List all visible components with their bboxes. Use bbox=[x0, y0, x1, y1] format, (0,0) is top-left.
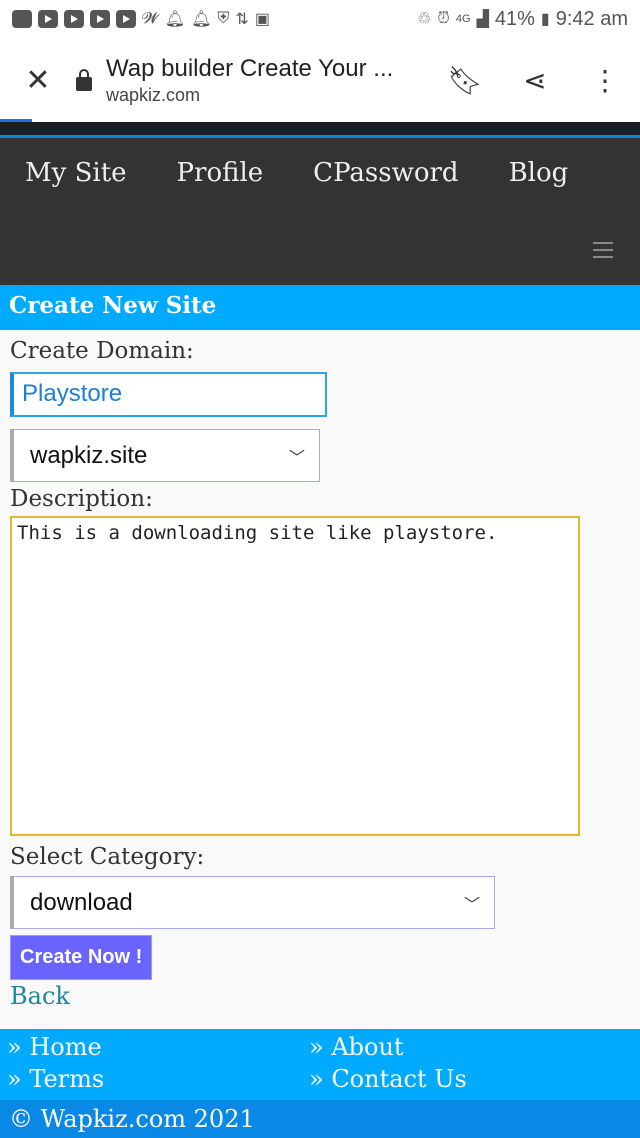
footer-links: » Home » About » Terms » Contact Us bbox=[0, 1029, 640, 1100]
create-site-form: Create Domain: Playstore wapkiz.site ﹀ D… bbox=[0, 330, 640, 1018]
back-link[interactable]: Back bbox=[10, 982, 630, 1010]
page-url: wapkiz.com bbox=[106, 84, 201, 105]
lock-icon[interactable] bbox=[76, 69, 92, 91]
alarm-icon: ⏰︎ bbox=[437, 10, 450, 27]
nav-blog[interactable]: Blog bbox=[509, 158, 569, 188]
menu-icon[interactable] bbox=[593, 242, 613, 263]
chevron-down-icon: ﹀ bbox=[463, 896, 480, 914]
page-load-progress bbox=[0, 119, 32, 122]
section-header: Create New Site bbox=[0, 285, 640, 330]
youtube-icon bbox=[38, 10, 58, 28]
footer-terms-link[interactable]: » Terms bbox=[7, 1065, 309, 1097]
domain-label: Create Domain: bbox=[10, 338, 194, 364]
site-nav: My Site Profile CPassword Blog bbox=[0, 138, 640, 285]
nav-my-site[interactable]: My Site bbox=[25, 158, 127, 188]
page-info[interactable]: Wap builder Create Your ... wapkiz.com bbox=[106, 55, 430, 106]
youtube-icon bbox=[116, 10, 136, 28]
footer-home-link[interactable]: » Home bbox=[7, 1033, 309, 1065]
battery-icon: ▮ bbox=[540, 11, 550, 28]
chevron-down-icon: ﹀ bbox=[288, 449, 305, 467]
bookmark-icon[interactable]: 🔖︎ bbox=[430, 64, 500, 97]
create-now-button[interactable]: Create Now ! bbox=[10, 935, 153, 980]
share-icon[interactable]: ⋖ bbox=[500, 64, 570, 97]
data-transfer-icon: ⇅ bbox=[235, 11, 249, 28]
signal-icon: ▟ bbox=[476, 11, 489, 28]
status-bar: 𝓦 🔔︎ 🔔︎ ⛨ ⇅ ▣ ♲ ⏰︎ 4G ▟ 41% ▮ 9:42 am bbox=[0, 0, 640, 38]
network-type: 4G bbox=[455, 13, 471, 25]
category-value: download bbox=[30, 888, 133, 916]
bell-icon: 🔔︎ bbox=[164, 11, 186, 28]
clock: 9:42 am bbox=[555, 7, 628, 30]
page-title: Wap builder Create Your ... bbox=[106, 54, 394, 82]
shield-icon: ⛨ bbox=[217, 10, 230, 27]
copyright: © Wapkiz.com 2021 bbox=[0, 1100, 640, 1138]
description-label: Description: bbox=[10, 486, 153, 512]
nav-cpassword[interactable]: CPassword bbox=[313, 158, 458, 188]
domain-suffix-select[interactable]: wapkiz.site ﹀ bbox=[10, 429, 320, 482]
image-icon: ▣ bbox=[254, 11, 270, 28]
battery-percent: 41% bbox=[494, 7, 535, 30]
message-icon bbox=[12, 10, 32, 28]
category-label: Select Category: bbox=[10, 844, 205, 870]
domain-suffix-value: wapkiz.site bbox=[30, 441, 148, 469]
youtube-icon bbox=[64, 10, 84, 28]
app-icon: 𝓦 bbox=[142, 10, 159, 27]
close-icon[interactable]: ✕ bbox=[0, 63, 76, 98]
bell-icon: 🔔︎ bbox=[191, 11, 212, 28]
domain-input[interactable]: Playstore bbox=[10, 372, 327, 417]
description-textarea[interactable]: This is a downloading site like playstor… bbox=[10, 516, 580, 836]
youtube-icon bbox=[90, 10, 110, 28]
more-options-icon[interactable]: ⋮ bbox=[570, 64, 640, 97]
recycle-icon: ♲ bbox=[417, 11, 432, 28]
browser-toolbar: ✕ Wap builder Create Your ... wapkiz.com… bbox=[0, 38, 640, 122]
footer-contact-link[interactable]: » Contact Us bbox=[309, 1065, 633, 1097]
site-banner bbox=[0, 122, 640, 138]
footer-about-link[interactable]: » About bbox=[309, 1033, 633, 1065]
nav-profile[interactable]: Profile bbox=[177, 158, 264, 188]
category-select[interactable]: download ﹀ bbox=[10, 876, 495, 929]
